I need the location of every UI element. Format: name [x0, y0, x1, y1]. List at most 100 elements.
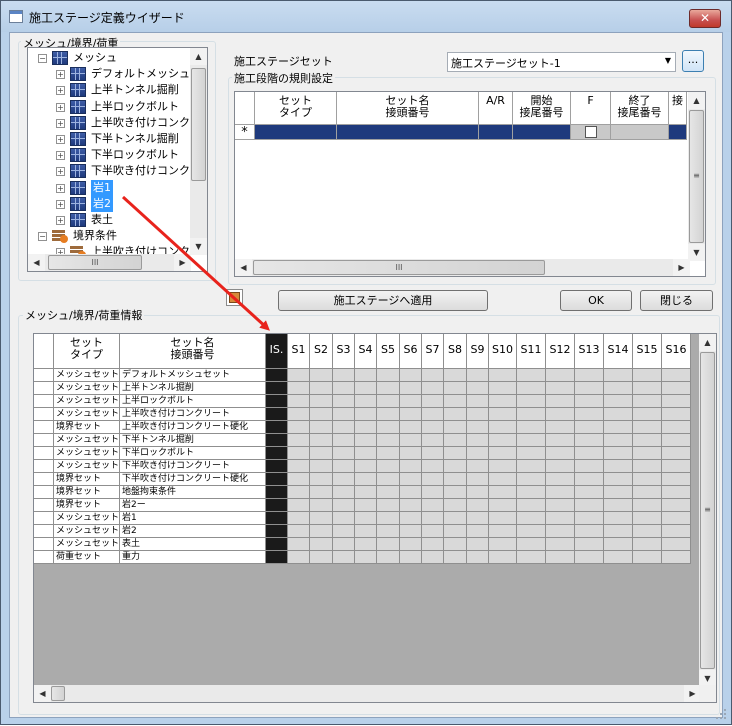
tree-expander-icon[interactable]: +	[56, 151, 65, 161]
info-stage-cell[interactable]	[489, 408, 517, 421]
tree-expander-icon[interactable]: +	[56, 167, 65, 177]
info-stage-cell[interactable]	[355, 538, 377, 551]
info-stage-cell[interactable]	[489, 499, 517, 512]
info-stage-cell[interactable]	[310, 551, 333, 564]
info-stage-cell[interactable]	[310, 447, 333, 460]
ok-button[interactable]: OK	[560, 290, 632, 311]
info-stage-cell[interactable]	[604, 434, 633, 447]
info-stage-cell[interactable]	[444, 395, 467, 408]
info-row-selector[interactable]	[34, 512, 54, 525]
info-stage-cell[interactable]	[400, 538, 422, 551]
info-stage-cell[interactable]	[333, 473, 355, 486]
rules-hscroll-thumb[interactable]: III	[253, 260, 545, 275]
info-is-cell[interactable]	[266, 434, 288, 447]
info-row-selector[interactable]	[34, 382, 54, 395]
tree-item[interactable]: + 下半ロックボルト	[28, 147, 188, 163]
info-stage-cell[interactable]	[355, 460, 377, 473]
rules-column-header[interactable]: A/R	[479, 92, 513, 125]
rules-column-header[interactable]: 接	[669, 92, 687, 125]
info-stage-cell[interactable]	[400, 460, 422, 473]
info-row-selector[interactable]	[34, 538, 54, 551]
info-stage-cell[interactable]	[662, 525, 691, 538]
info-stage-cell[interactable]	[310, 382, 333, 395]
info-stage-cell[interactable]	[546, 369, 575, 382]
info-scroll-left-button[interactable]: ◀	[34, 685, 51, 702]
info-stage-cell[interactable]	[377, 395, 400, 408]
tree-expander-icon[interactable]: +	[56, 70, 65, 80]
info-stage-cell[interactable]	[489, 447, 517, 460]
info-stage-cell[interactable]	[333, 408, 355, 421]
info-stage-cell[interactable]	[333, 434, 355, 447]
info-stage-cell[interactable]	[400, 434, 422, 447]
info-stage-cell[interactable]	[400, 486, 422, 499]
info-col-is-header[interactable]: IS.	[266, 334, 288, 369]
info-stage-cell[interactable]	[575, 408, 604, 421]
rules-new-row-cell[interactable]	[669, 125, 687, 140]
info-stage-cell[interactable]	[355, 382, 377, 395]
info-stage-header[interactable]: S14	[604, 334, 633, 369]
tree-item[interactable]: − メッシュ	[28, 50, 188, 66]
info-stage-cell[interactable]	[633, 473, 662, 486]
info-stage-cell[interactable]	[604, 512, 633, 525]
info-stage-cell[interactable]	[333, 551, 355, 564]
info-is-cell[interactable]	[266, 512, 288, 525]
tree-item[interactable]: + 下半吹き付けコンクリ	[28, 163, 201, 179]
info-stage-cell[interactable]	[489, 486, 517, 499]
info-stage-cell[interactable]	[377, 447, 400, 460]
info-stage-cell[interactable]	[310, 460, 333, 473]
info-stage-cell[interactable]	[662, 369, 691, 382]
info-stage-cell[interactable]	[517, 434, 546, 447]
info-stage-cell[interactable]	[633, 486, 662, 499]
info-stage-cell[interactable]	[604, 538, 633, 551]
info-stage-header[interactable]: S7	[422, 334, 444, 369]
info-stage-cell[interactable]	[467, 460, 489, 473]
tree-scroll-up-button[interactable]: ▲	[190, 48, 207, 65]
info-stage-cell[interactable]	[575, 382, 604, 395]
info-stage-cell[interactable]	[377, 538, 400, 551]
info-stage-cell[interactable]	[355, 473, 377, 486]
info-stage-cell[interactable]	[633, 382, 662, 395]
tree-expander-icon[interactable]: +	[56, 102, 65, 112]
info-stage-cell[interactable]	[444, 447, 467, 460]
info-row-selector[interactable]	[34, 369, 54, 382]
info-stage-cell[interactable]	[422, 408, 444, 421]
info-stage-cell[interactable]	[377, 499, 400, 512]
info-stage-cell[interactable]	[604, 486, 633, 499]
info-stage-cell[interactable]	[310, 512, 333, 525]
window-close-button[interactable]: ✕	[689, 9, 721, 28]
info-stage-cell[interactable]	[400, 447, 422, 460]
info-stage-cell[interactable]	[400, 512, 422, 525]
info-stage-cell[interactable]	[489, 395, 517, 408]
info-stage-cell[interactable]	[444, 473, 467, 486]
info-stage-cell[interactable]	[633, 525, 662, 538]
info-stage-cell[interactable]	[422, 395, 444, 408]
info-stage-cell[interactable]	[377, 486, 400, 499]
info-stage-cell[interactable]	[400, 369, 422, 382]
info-stage-cell[interactable]	[422, 434, 444, 447]
info-stage-cell[interactable]	[662, 486, 691, 499]
info-stage-cell[interactable]	[517, 512, 546, 525]
info-stage-header[interactable]: S15	[633, 334, 662, 369]
info-stage-cell[interactable]	[467, 408, 489, 421]
info-stage-cell[interactable]	[575, 447, 604, 460]
info-stage-header[interactable]: S12	[546, 334, 575, 369]
info-stage-cell[interactable]	[333, 369, 355, 382]
info-row-selector[interactable]	[34, 525, 54, 538]
info-stage-cell[interactable]	[355, 408, 377, 421]
tree-item[interactable]: − 境界条件	[28, 228, 188, 244]
tree-item[interactable]: + 上半吹き付けコンクリ	[28, 115, 201, 131]
info-stage-cell[interactable]	[444, 525, 467, 538]
info-row-selector[interactable]	[34, 486, 54, 499]
info-stage-cell[interactable]	[310, 421, 333, 434]
tree-item[interactable]: + 表土	[28, 212, 188, 228]
info-stage-cell[interactable]	[310, 486, 333, 499]
info-row-selector[interactable]	[34, 408, 54, 421]
rules-scroll-up-button[interactable]: ▲	[688, 92, 705, 109]
info-stage-cell[interactable]	[377, 525, 400, 538]
info-stage-cell[interactable]	[422, 538, 444, 551]
info-hscroll-thumb[interactable]	[51, 686, 65, 701]
info-stage-cell[interactable]	[333, 499, 355, 512]
info-stage-cell[interactable]	[662, 460, 691, 473]
info-stage-cell[interactable]	[288, 421, 310, 434]
info-stage-cell[interactable]	[662, 447, 691, 460]
